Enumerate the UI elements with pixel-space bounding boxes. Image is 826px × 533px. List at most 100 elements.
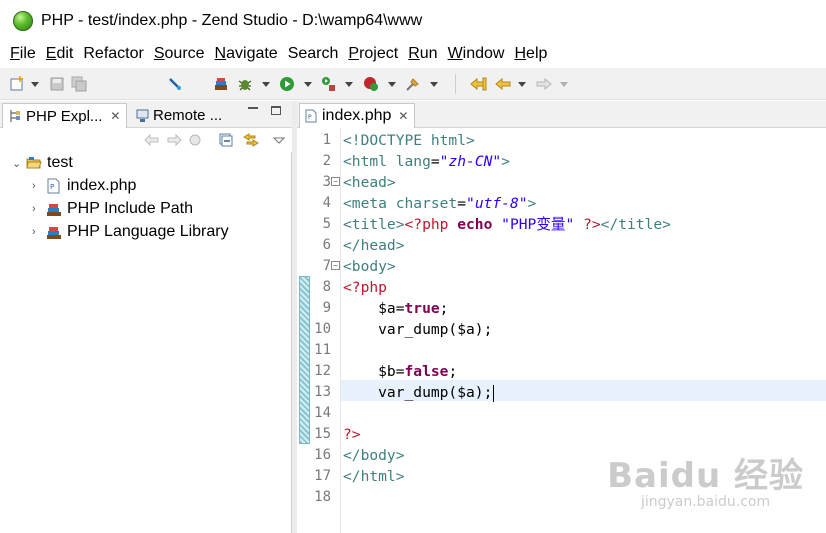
window-title: PHP - test/index.php - Zend Studio - D:\… <box>41 12 423 29</box>
menu-help[interactable]: Help <box>514 45 547 63</box>
toolbar-separator <box>455 74 456 94</box>
code-line-17: </html> <box>343 468 405 485</box>
pin-dropdown-icon[interactable] <box>430 82 438 87</box>
code-line-1: <!DOCTYPE html> <box>343 132 475 149</box>
quick-diff-bar <box>299 276 310 444</box>
line-number: 4 <box>322 195 331 211</box>
pin-icon[interactable] <box>404 75 422 93</box>
code-line-7: <body> <box>343 258 396 275</box>
save-all-icon[interactable] <box>70 75 88 93</box>
open-type-icon[interactable] <box>212 75 230 93</box>
run-icon[interactable] <box>278 75 296 93</box>
last-edit-location-icon[interactable] <box>470 75 488 93</box>
tree-item-label: index.php <box>67 177 137 194</box>
maximize-icon[interactable] <box>271 106 281 115</box>
code-line-3: <head> <box>343 174 396 191</box>
line-number: 12 <box>314 363 331 379</box>
line-number: 2 <box>322 153 331 169</box>
line-number: 17 <box>314 468 331 484</box>
menu-project[interactable]: Project <box>348 45 398 63</box>
up-icon[interactable] <box>188 133 204 147</box>
tab-php-explorer[interactable]: PHP Expl... ✕ <box>2 103 128 128</box>
tab-php-explorer-label: PHP Expl... <box>26 107 103 125</box>
tree-item-project-test[interactable]: ⌄ test <box>12 152 73 174</box>
collapse-all-icon[interactable] <box>219 133 235 147</box>
php-explorer-icon <box>9 109 22 123</box>
line-number: 14 <box>314 405 331 421</box>
explorer-view-toolbar <box>0 128 292 152</box>
line-number: 8 <box>322 279 331 295</box>
new-php-icon[interactable] <box>362 75 380 93</box>
tree-item-index-php[interactable]: › P index.php <box>32 175 136 197</box>
debug-dropdown-icon[interactable] <box>262 82 270 87</box>
forward-icon[interactable] <box>166 133 182 147</box>
collapsed-chevron-icon[interactable]: › <box>32 226 42 238</box>
tree-item-php-language-library[interactable]: › PHP Language Library <box>32 221 229 243</box>
back-dropdown-icon[interactable] <box>518 82 526 87</box>
external-tools-dropdown-icon[interactable] <box>345 82 353 87</box>
code-line-2: <html lang="zh-CN"> <box>343 153 510 170</box>
php-explorer-panel: PHP Expl... ✕ Remote ... ⌄ test › P inde… <box>0 101 292 533</box>
menu-navigate[interactable]: Navigate <box>215 45 278 63</box>
tree-item-php-include-path[interactable]: › PHP Include Path <box>32 198 193 220</box>
forward-icon[interactable] <box>535 75 553 93</box>
library-icon <box>46 201 62 217</box>
tab-index-php-label: index.php <box>322 107 392 124</box>
close-icon[interactable]: ✕ <box>398 109 408 123</box>
watermark-logo: Baidu 经验 <box>607 456 804 496</box>
php-debug-icon[interactable] <box>166 75 184 93</box>
php-file-icon: P <box>305 109 318 123</box>
view-menu-icon[interactable] <box>272 133 289 147</box>
tree-item-label: PHP Include Path <box>67 200 194 217</box>
menu-file[interactable]: File <box>10 45 36 63</box>
external-tools-icon[interactable] <box>319 75 337 93</box>
php-file-icon: P <box>46 178 62 194</box>
svg-text:P: P <box>308 114 312 121</box>
collapsed-chevron-icon[interactable]: › <box>32 203 42 215</box>
text-caret <box>493 384 495 402</box>
line-number: 6 <box>322 237 331 253</box>
line-number: 11 <box>314 342 331 358</box>
code-line-5: <title><?php echo "PHP变量" ?></title> <box>343 216 671 233</box>
code-line-9: $a=true; <box>343 300 449 317</box>
code-line-15: ?> <box>343 426 361 443</box>
run-dropdown-icon[interactable] <box>304 82 312 87</box>
collapsed-chevron-icon[interactable]: › <box>32 180 42 192</box>
menu-refactor[interactable]: Refactor <box>83 45 143 63</box>
close-icon[interactable]: ✕ <box>110 109 120 123</box>
left-panel-tab-bar: PHP Expl... ✕ Remote ... <box>0 101 292 128</box>
line-number: 13 <box>314 384 331 400</box>
new-wizard-icon[interactable] <box>8 75 26 93</box>
link-with-editor-icon[interactable] <box>243 133 259 147</box>
menu-window[interactable]: Window <box>448 45 505 63</box>
code-line-4: <meta charset="utf-8"> <box>343 195 537 212</box>
debug-icon[interactable] <box>236 75 254 93</box>
minimize-icon[interactable] <box>248 107 258 109</box>
tab-remote-systems[interactable]: Remote ... <box>132 103 222 128</box>
menu-run[interactable]: Run <box>408 45 437 63</box>
line-number: 10 <box>314 321 331 337</box>
new-dropdown-icon[interactable] <box>31 82 39 87</box>
back-icon[interactable] <box>494 75 512 93</box>
line-number: 18 <box>314 489 331 505</box>
code-line-13: var_dump($a); <box>343 384 495 402</box>
menu-search[interactable]: Search <box>288 45 339 63</box>
line-number: 16 <box>314 447 331 463</box>
line-number: 5 <box>322 216 331 232</box>
fold-collapse-icon[interactable]: − <box>331 261 340 270</box>
menu-bar: File Edit Refactor Source Navigate Searc… <box>0 42 826 66</box>
menu-source[interactable]: Source <box>154 45 205 63</box>
line-number: 1 <box>322 132 331 148</box>
library-icon <box>46 224 62 240</box>
back-icon[interactable] <box>144 133 160 147</box>
save-icon[interactable] <box>48 75 66 93</box>
new-php-dropdown-icon[interactable] <box>388 82 396 87</box>
title-bar: PHP - test/index.php - Zend Studio - D:\… <box>0 0 826 42</box>
tab-index-php[interactable]: P index.php ✕ <box>299 103 416 128</box>
fold-collapse-icon[interactable]: − <box>331 177 340 186</box>
code-line-12: $b=false; <box>343 363 458 380</box>
menu-edit[interactable]: Edit <box>46 45 74 63</box>
code-line-16: </body> <box>343 447 405 464</box>
forward-dropdown-icon[interactable] <box>560 82 568 87</box>
expanded-chevron-icon[interactable]: ⌄ <box>12 157 22 170</box>
